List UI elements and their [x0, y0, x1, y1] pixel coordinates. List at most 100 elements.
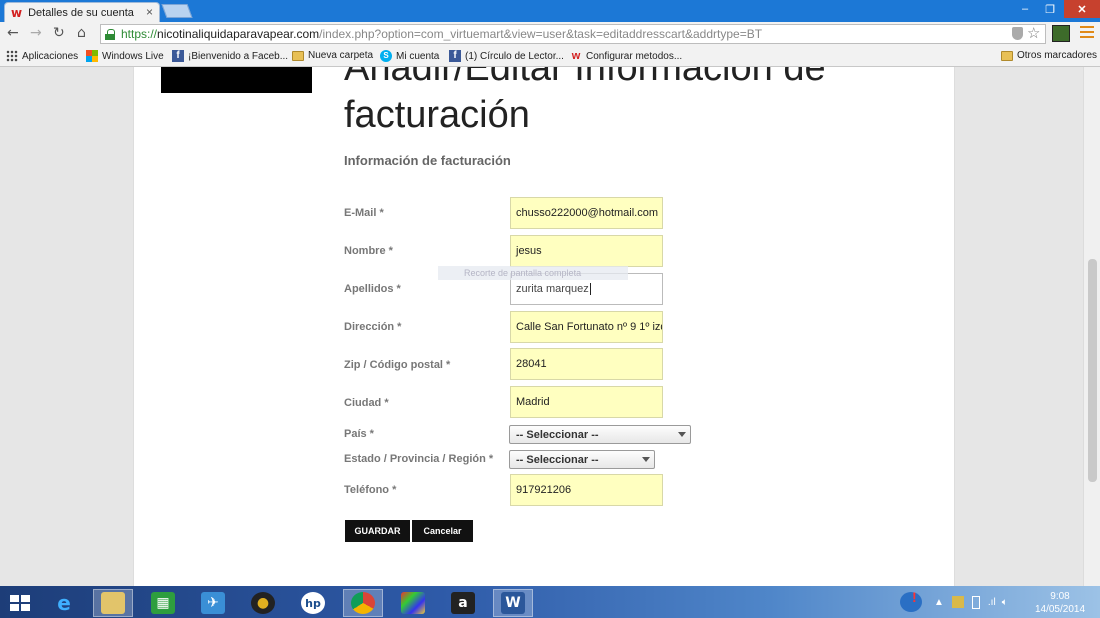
bookmark-configurar-metodos[interactable]: w Configurar metodos...	[570, 50, 682, 62]
page-title-line2: facturación	[344, 94, 530, 136]
windows-icon	[86, 50, 98, 62]
bookmark-aplicaciones[interactable]: Aplicaciones	[6, 50, 78, 62]
scrollbar-thumb[interactable]	[1088, 259, 1097, 482]
word-icon[interactable]: W	[493, 589, 533, 617]
nombre-field[interactable]: jesus	[510, 235, 663, 267]
system-tray: ! ▲ .ıl 🔈︎	[900, 586, 1008, 618]
nombre-label: Nombre *	[344, 245, 393, 257]
skype-icon: S	[380, 50, 392, 62]
bookmark-otros-marcadores[interactable]: Otros marcadores	[1001, 50, 1097, 61]
network-app-icon[interactable]: ✈	[193, 589, 233, 617]
ciudad-label: Ciudad *	[344, 397, 389, 409]
tray-chevron-up-icon[interactable]: ▲	[934, 597, 944, 608]
chrome-icon[interactable]	[343, 589, 383, 617]
estado-select[interactable]: -- Seleccionar --	[509, 450, 655, 469]
windows-taskbar: e ▦ ✈ ● hp a W ! ▲ .ıl 🔈︎ 9:08 14/05/201…	[0, 586, 1100, 618]
bookmark-mi-cuenta[interactable]: S Mi cuenta	[380, 50, 439, 62]
shield-icon[interactable]	[1012, 27, 1023, 40]
apellidos-label: Apellidos *	[344, 283, 401, 295]
pais-selected-value: -- Seleccionar --	[516, 428, 599, 441]
clock-time: 9:08	[1050, 591, 1070, 602]
reload-icon[interactable]: ↻	[53, 25, 65, 41]
minimize-icon[interactable]: –	[1012, 0, 1038, 18]
chevron-down-icon	[642, 457, 650, 462]
estado-label: Estado / Provincia / Región *	[344, 453, 494, 465]
folder-icon	[292, 50, 304, 61]
email-label: E-Mail *	[344, 207, 384, 219]
bookmark-label: (1) Círculo de Lector...	[465, 50, 564, 62]
extension-icon[interactable]	[1052, 25, 1070, 42]
forward-arrow-icon[interactable]: →	[30, 25, 42, 41]
new-tab-button[interactable]	[161, 4, 193, 18]
back-arrow-icon[interactable]: ←	[7, 25, 19, 41]
tab-favicon: w	[11, 5, 23, 20]
zip-label: Zip / Código postal *	[344, 359, 451, 371]
screenshot-tool-overlay: Recorte de pantalla completa	[438, 266, 628, 280]
close-window-icon[interactable]: ✕	[1064, 0, 1100, 18]
tray-app-icon[interactable]	[951, 596, 964, 608]
folder-icon	[1001, 50, 1013, 61]
url-path: /index.php?option=com_virtuemart&view=us…	[319, 27, 763, 41]
bookmark-label: Aplicaciones	[22, 50, 79, 62]
signal-icon[interactable]: .ıl	[988, 597, 996, 608]
text-caret	[589, 283, 591, 295]
system-clock[interactable]: 9:08 14/05/2014	[1030, 590, 1090, 616]
estado-selected-value: -- Seleccionar --	[516, 453, 599, 466]
amazon-icon[interactable]: a	[443, 589, 483, 617]
chrome-menu-icon[interactable]	[1080, 26, 1094, 38]
url-scheme: https://	[121, 27, 158, 41]
logo-block	[161, 67, 312, 93]
save-button[interactable]: GUARDAR	[345, 520, 410, 542]
bookmark-facebook[interactable]: f ¡Bienvenido a Faceb...	[172, 50, 288, 62]
pais-select[interactable]: -- Seleccionar --	[509, 425, 691, 444]
file-explorer-icon[interactable]	[93, 589, 133, 617]
facebook-icon: f	[172, 50, 184, 62]
bookmark-star-icon[interactable]: ☆	[1027, 24, 1040, 42]
volume-icon[interactable]: 🔈︎	[1002, 597, 1008, 608]
browser-toolbar: ← → ↻ ⌂ https://nicotinaliquidaparavapea…	[0, 22, 1100, 46]
w-icon: w	[571, 50, 581, 62]
zip-field[interactable]: 28041	[510, 348, 663, 380]
clock-date: 14/05/2014	[1034, 604, 1086, 615]
internet-explorer-icon[interactable]: e	[44, 589, 84, 617]
bookmark-windows-live[interactable]: Windows Live	[86, 50, 164, 62]
email-field[interactable]: chusso222000@hotmail.com	[510, 197, 663, 229]
bookmark-label: Configurar metodos...	[586, 50, 683, 62]
bookmark-label: Nueva carpeta	[308, 50, 374, 61]
bookmark-label: ¡Bienvenido a Faceb...	[188, 50, 289, 62]
ciudad-field[interactable]: Madrid	[510, 386, 663, 418]
telefono-field[interactable]: 917921206	[510, 474, 663, 506]
pais-label: País *	[344, 428, 374, 440]
store-icon[interactable]: ▦	[143, 589, 183, 617]
chevron-down-icon	[678, 432, 686, 437]
direccion-label: Dirección *	[344, 321, 402, 333]
apps-icon	[6, 50, 18, 62]
cancel-button[interactable]: Cancelar	[412, 520, 473, 542]
bookmarks-bar: Aplicaciones Windows Live f ¡Bienvenido a…	[0, 46, 1100, 67]
photo-app-icon[interactable]	[393, 589, 433, 617]
page-title-line1: Añadir/Editar Información de	[344, 67, 826, 89]
facebook-icon: f	[449, 50, 461, 62]
tab-title: Detalles de su cuenta	[28, 6, 134, 19]
section-heading: Información de facturación	[344, 153, 511, 168]
browser-tab[interactable]: w Detalles de su cuenta ×	[4, 2, 160, 22]
direccion-field[interactable]: Calle San Fortunato nº 9 1º izq	[510, 311, 663, 343]
hp-icon[interactable]: hp	[293, 589, 333, 617]
bookmark-nueva-carpeta[interactable]: Nueva carpeta	[292, 50, 373, 61]
battery-icon[interactable]	[971, 595, 980, 609]
url-host: nicotinaliquidaparavapear.com	[157, 27, 320, 41]
windows-start-icon[interactable]	[10, 595, 30, 611]
alert-icon[interactable]: !	[900, 589, 922, 612]
bookmark-circulo-lectores[interactable]: f (1) Círculo de Lector...	[449, 50, 564, 62]
maximize-icon[interactable]: ❐	[1038, 0, 1062, 18]
tab-close-icon[interactable]: ×	[146, 5, 153, 19]
home-icon[interactable]: ⌂	[77, 25, 86, 41]
address-bar[interactable]: https://nicotinaliquidaparavapear.com/in…	[100, 24, 1046, 44]
bookmark-label: Mi cuenta	[396, 50, 440, 62]
media-player-icon[interactable]: ●	[243, 589, 283, 617]
vertical-scrollbar[interactable]	[1083, 67, 1100, 586]
bookmark-label: Windows Live	[102, 50, 164, 62]
tab-strip: w Detalles de su cuenta × – ❐ ✕	[0, 0, 1100, 22]
telefono-label: Teléfono *	[344, 484, 397, 496]
bookmark-label: Otros marcadores	[1017, 50, 1098, 61]
